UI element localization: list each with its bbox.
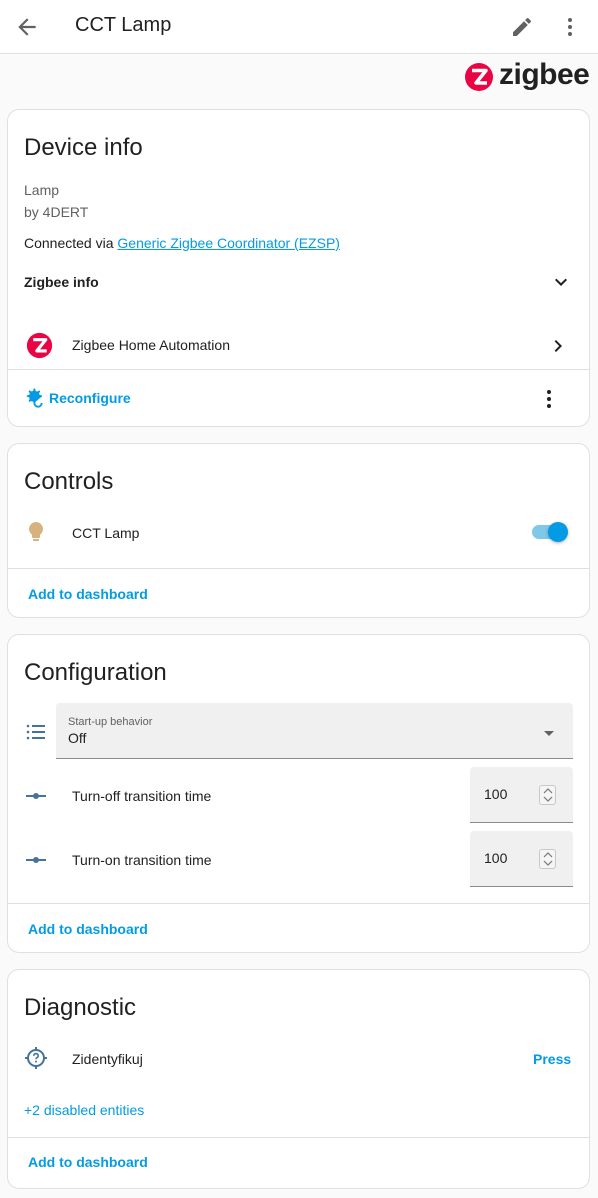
divider — [8, 568, 589, 569]
device-model: Lamp — [24, 182, 60, 198]
ray-vertex-icon — [26, 793, 46, 799]
turn-on-input[interactable] — [484, 850, 534, 866]
caret-down-icon — [544, 731, 554, 736]
number-spinner[interactable] — [539, 849, 556, 869]
lightbulb-icon — [29, 522, 43, 541]
device-manufacturer: by 4DERT — [24, 204, 89, 220]
device-info-title: Device info — [24, 134, 143, 161]
turn-off-input[interactable] — [484, 786, 534, 802]
diagnostic-title: Diagnostic — [24, 994, 137, 1021]
turn-on-number-field[interactable] — [470, 831, 573, 887]
dots-vertical-icon[interactable] — [537, 387, 561, 411]
diagnostic-card: Diagnostic Zidentyfikuj Press +2 disable… — [7, 969, 590, 1189]
divider — [8, 903, 589, 904]
chevron-right-icon — [554, 340, 562, 352]
press-button[interactable]: Press — [533, 1051, 571, 1067]
turn-off-number-field[interactable] — [470, 767, 573, 823]
startup-behavior-select[interactable]: Start-up behavior Off — [56, 703, 573, 759]
cog-refresh-icon — [26, 388, 43, 408]
chevron-down-icon[interactable] — [549, 270, 573, 294]
format-list-bulleted-icon — [26, 724, 45, 740]
configuration-card: Configuration Start-up behavior Off Turn… — [7, 634, 590, 953]
controls-title: Controls — [24, 468, 114, 495]
zigbee-info-label[interactable]: Zigbee info — [24, 274, 99, 290]
number-spinner[interactable] — [539, 785, 556, 805]
coordinator-link[interactable]: Generic Zigbee Coordinator (EZSP) — [117, 235, 340, 251]
crosshairs-question-icon — [25, 1047, 47, 1069]
controls-card: Controls CCT Lamp Add to dashboard — [7, 443, 590, 618]
reconfigure-label: Reconfigure — [49, 390, 131, 406]
zigbee-icon — [26, 332, 53, 359]
startup-behavior-label: Start-up behavior — [68, 716, 153, 728]
divider — [8, 369, 589, 370]
integration-label: Zigbee Home Automation — [72, 337, 230, 353]
entity-label: CCT Lamp — [72, 525, 140, 541]
disabled-entities-link[interactable]: +2 disabled entities — [24, 1102, 144, 1118]
turn-on-label: Turn-on transition time — [72, 852, 212, 868]
arrow-left-icon[interactable] — [14, 14, 40, 40]
add-to-dashboard-button[interactable]: Add to dashboard — [28, 921, 148, 937]
device-info-card: Device info Lamp by 4DERT Connected via … — [7, 109, 590, 427]
dots-vertical-icon[interactable] — [558, 15, 582, 39]
identify-label: Zidentyfikuj — [72, 1051, 143, 1067]
integration-row[interactable]: Zigbee Home Automation — [8, 322, 589, 370]
connected-via: Connected via Generic Zigbee Coordinator… — [24, 235, 340, 251]
light-toggle-thumb[interactable] — [548, 522, 568, 542]
page-title: CCT Lamp — [75, 14, 172, 36]
pencil-icon[interactable] — [510, 15, 534, 39]
top-app-bar: CCT Lamp — [0, 0, 598, 54]
zigbee-logo-text: zigbee — [499, 58, 590, 91]
add-to-dashboard-button[interactable]: Add to dashboard — [28, 1154, 148, 1170]
zigbee-logo: zigbee — [464, 58, 590, 94]
add-to-dashboard-button[interactable]: Add to dashboard — [28, 586, 148, 602]
divider — [8, 1137, 589, 1138]
configuration-title: Configuration — [24, 659, 167, 686]
turn-off-label: Turn-off transition time — [72, 788, 212, 804]
ray-vertex-icon — [26, 857, 46, 863]
connected-via-prefix: Connected via — [24, 235, 118, 251]
startup-behavior-value: Off — [68, 730, 87, 746]
